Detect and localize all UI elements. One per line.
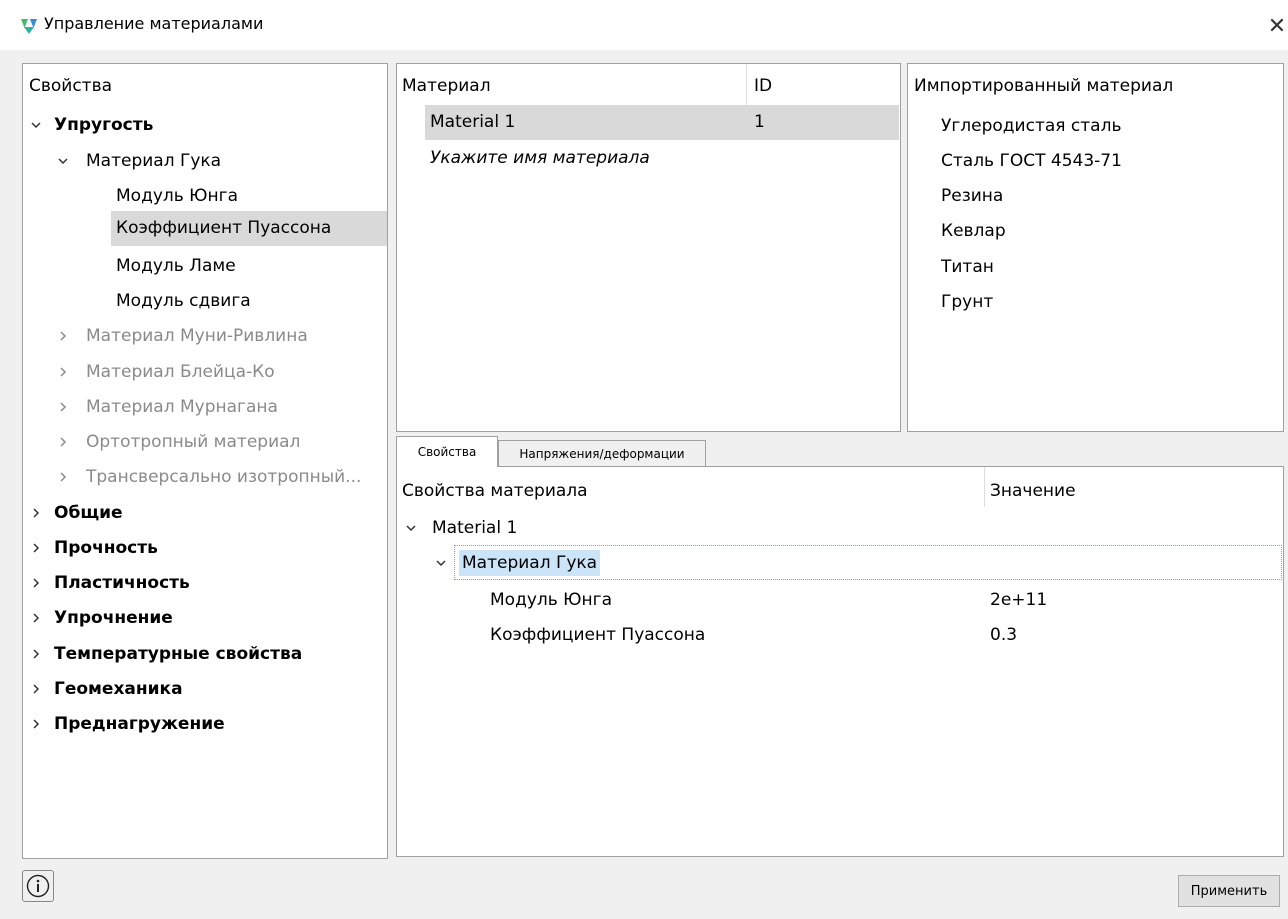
tree-item-general[interactable]: Общие <box>23 496 387 531</box>
tree-item-label: Материал Гука <box>86 151 222 171</box>
tree-item-lame-modulus[interactable]: Модуль Ламе <box>23 249 387 284</box>
list-item[interactable]: Углеродистая сталь <box>941 116 1121 136</box>
tree-item-thermal-properties[interactable]: Температурные свойства <box>23 637 387 672</box>
property-name: Коэффициент Пуассона <box>490 625 706 645</box>
imported-materials-list[interactable]: Импортированный материал Углеродистая ст… <box>907 63 1284 432</box>
tree-item-label: Упругость <box>54 115 154 135</box>
chevron-right-icon <box>60 402 67 412</box>
table-row[interactable]: Модуль Юнга 2e+11 <box>397 583 1277 618</box>
chevron-right-icon <box>60 367 67 377</box>
chevron-right-icon <box>33 649 40 659</box>
window-title: Управление материалами <box>44 14 264 33</box>
chevron-right-icon <box>33 613 40 623</box>
properties-header: Свойства <box>29 76 113 96</box>
tree-item-poisson-ratio[interactable]: Коэффициент Пуассона <box>111 211 387 246</box>
tree-item-label: Трансверсально изотропный... <box>86 467 362 487</box>
tree-item-label: Модуль Юнга <box>116 186 238 206</box>
column-divider[interactable] <box>984 467 985 507</box>
list-item[interactable]: Грунт <box>941 292 993 312</box>
column-header-property: Свойства материала <box>402 481 588 501</box>
list-item[interactable]: Резина <box>941 186 1003 206</box>
tree-item-label: Упрочнение <box>54 608 173 628</box>
table-row[interactable]: Коэффициент Пуассона 0.3 <box>397 618 1277 653</box>
list-item[interactable]: Кевлар <box>941 221 1006 241</box>
tree-item-material[interactable]: Material 1 <box>397 511 997 546</box>
tree-item-blatz-ko[interactable]: Материал Блейца-Ко <box>23 355 387 390</box>
column-header-material: Материал <box>402 76 491 96</box>
tree-item-geomechanics[interactable]: Геомеханика <box>23 672 387 707</box>
list-item[interactable]: Титан <box>941 257 994 277</box>
close-button[interactable]: ✕ <box>1266 8 1288 44</box>
tree-item-label: Общие <box>54 503 123 523</box>
tree-item-label: Материал Муни-Ривлина <box>86 326 308 346</box>
info-icon <box>26 874 50 898</box>
title-bar: Управление материалами ✕ <box>0 0 1288 50</box>
material-properties-table[interactable]: Свойства материала Значение Material 1 М… <box>396 466 1284 857</box>
tree-item-strength[interactable]: Прочность <box>23 531 387 566</box>
chevron-right-icon <box>33 508 40 518</box>
tree-item-transversely-isotropic[interactable]: Трансверсально изотропный... <box>23 460 387 495</box>
tree-item-label: Коэффициент Пуассона <box>116 218 332 238</box>
properties-tree[interactable]: Свойства Упругость Материал Гука Модуль … <box>22 63 388 859</box>
tree-item-hardening[interactable]: Упрочнение <box>23 601 387 636</box>
materials-table[interactable]: Материал ID Material 1 1 Укажите имя мат… <box>396 63 901 432</box>
chevron-right-icon <box>33 719 40 729</box>
table-row[interactable]: Material 1 1 <box>425 105 899 140</box>
chevron-down-icon <box>406 525 416 532</box>
tree-item-label: Материал Блейца-Ко <box>86 362 275 382</box>
tree-item-elasticity[interactable]: Упругость <box>23 108 387 143</box>
material-id: 1 <box>754 112 765 132</box>
column-header-id: ID <box>754 76 773 96</box>
list-item[interactable]: Сталь ГОСТ 4543-71 <box>941 151 1122 171</box>
tree-item-label: Материал Мурнагана <box>86 397 278 417</box>
new-material-row[interactable]: Укажите имя материала <box>425 141 899 176</box>
chevron-right-icon <box>60 331 67 341</box>
property-value[interactable]: 0.3 <box>990 625 1017 645</box>
tab-stress-strain[interactable]: Напряжения/деформации <box>498 440 706 468</box>
property-value[interactable]: 2e+11 <box>990 590 1047 610</box>
tree-item-preloading[interactable]: Преднагружение <box>23 707 387 742</box>
tree-item-label: Пластичность <box>54 573 190 593</box>
imported-header: Импортированный материал <box>914 76 1174 96</box>
column-divider[interactable] <box>746 64 747 106</box>
chevron-right-icon <box>33 578 40 588</box>
tree-item-label: Геомеханика <box>54 679 183 699</box>
tree-item-young-modulus[interactable]: Модуль Юнга <box>23 179 387 214</box>
chevron-down-icon <box>31 122 41 129</box>
tree-item-murnaghan[interactable]: Материал Мурнагана <box>23 390 387 425</box>
tree-item-label: Преднагружение <box>54 714 225 734</box>
chevron-right-icon <box>60 472 67 482</box>
tree-item-hooke-group[interactable]: Материал Гука <box>397 546 997 581</box>
tab-properties[interactable]: Свойства <box>396 436 498 467</box>
chevron-right-icon <box>33 543 40 553</box>
tree-item-label: Модуль Ламе <box>116 256 236 276</box>
column-header-value: Значение <box>990 481 1076 501</box>
tree-item-label: Прочность <box>54 538 158 558</box>
close-icon: ✕ <box>1267 13 1287 39</box>
chevron-right-icon <box>60 437 67 447</box>
tree-item-label: Material 1 <box>432 518 518 538</box>
apply-button[interactable]: Применить <box>1178 875 1280 907</box>
info-button[interactable] <box>22 870 54 902</box>
tree-item-mooney-rivlin[interactable]: Материал Муни-Ривлина <box>23 319 387 354</box>
property-name: Модуль Юнга <box>490 590 612 610</box>
app-logo-icon <box>21 19 37 34</box>
tree-item-label: Ортотропный материал <box>86 432 301 452</box>
tree-item-hooke-material[interactable]: Материал Гука <box>23 144 387 179</box>
tree-item-label: Температурные свойства <box>54 644 303 664</box>
new-material-placeholder: Укажите имя материала <box>430 148 650 168</box>
chevron-down-icon <box>58 158 68 165</box>
chevron-down-icon <box>436 560 446 567</box>
tree-item-orthotropic[interactable]: Ортотропный материал <box>23 425 387 460</box>
material-name: Material 1 <box>430 112 516 132</box>
tree-item-shear-modulus[interactable]: Модуль сдвига <box>23 284 387 319</box>
chevron-right-icon <box>33 684 40 694</box>
tree-item-label: Модуль сдвига <box>116 291 251 311</box>
tree-item-plasticity[interactable]: Пластичность <box>23 566 387 601</box>
tree-item-label: Материал Гука <box>459 550 601 576</box>
